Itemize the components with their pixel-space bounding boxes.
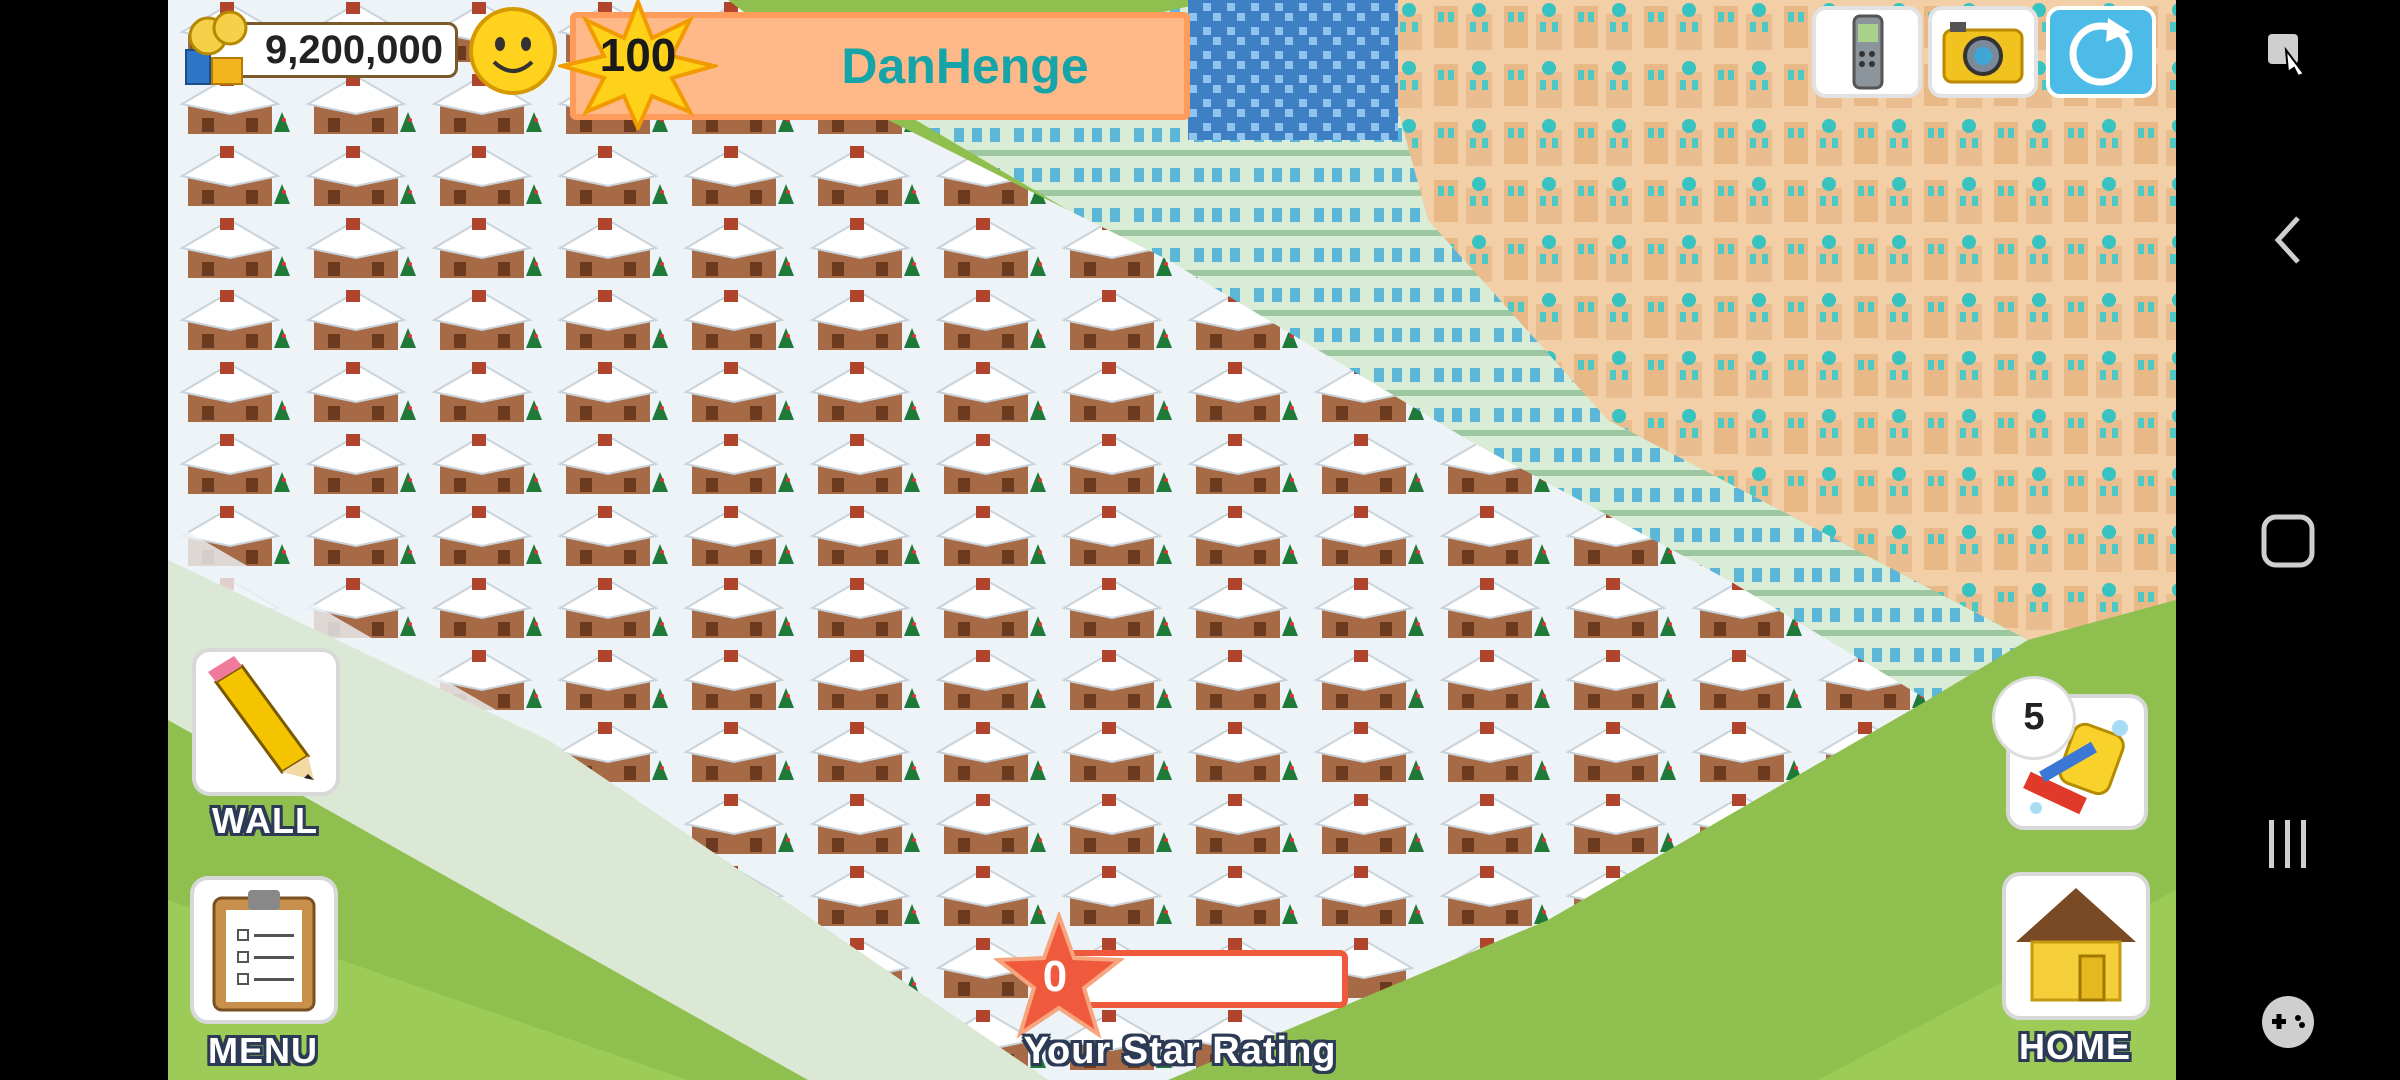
- pencil-icon: [208, 656, 314, 780]
- wall-button[interactable]: [192, 648, 340, 796]
- player-name: DanHenge: [841, 38, 1089, 94]
- share-icon: [2069, 18, 2133, 86]
- home-icon[interactable]: [2259, 512, 2317, 570]
- phone-button[interactable]: [1812, 6, 1922, 98]
- menu-button[interactable]: [190, 876, 338, 1024]
- screenshot-edit-icon[interactable]: [2264, 30, 2312, 82]
- recents-icon[interactable]: [2263, 816, 2313, 872]
- menu-label: MENU: [208, 1030, 318, 1071]
- star-rating-value: 0: [1042, 952, 1068, 1001]
- camera-icon: [1942, 22, 2024, 84]
- camera-button[interactable]: [1928, 6, 2038, 98]
- back-icon[interactable]: [2268, 212, 2308, 268]
- player-level: 100: [599, 29, 677, 81]
- coins-value: 9,200,000: [265, 27, 443, 72]
- city-scene[interactable]: [168, 0, 2176, 1080]
- share-button[interactable]: [2046, 6, 2156, 98]
- home-label: HOME: [2019, 1026, 2131, 1067]
- game-tools-icon[interactable]: [2258, 994, 2318, 1050]
- house-icon: [2016, 888, 2136, 1002]
- coins-icon: [185, 10, 248, 85]
- star-rating-label: Your Star Rating: [1023, 1030, 1337, 1072]
- wall-label: WALL: [212, 800, 318, 841]
- home-button[interactable]: [2002, 872, 2150, 1020]
- game-viewport[interactable]: 9,200,000 DanHenge 100 WALL MENU 5 HOME …: [168, 0, 2176, 1080]
- cleanup-count: 5: [2023, 696, 2045, 738]
- clipboard-icon: [212, 890, 316, 1012]
- phone-icon: [1852, 14, 1884, 90]
- smiley-face-icon[interactable]: [466, 4, 560, 98]
- android-nav-bar: [2176, 0, 2400, 1080]
